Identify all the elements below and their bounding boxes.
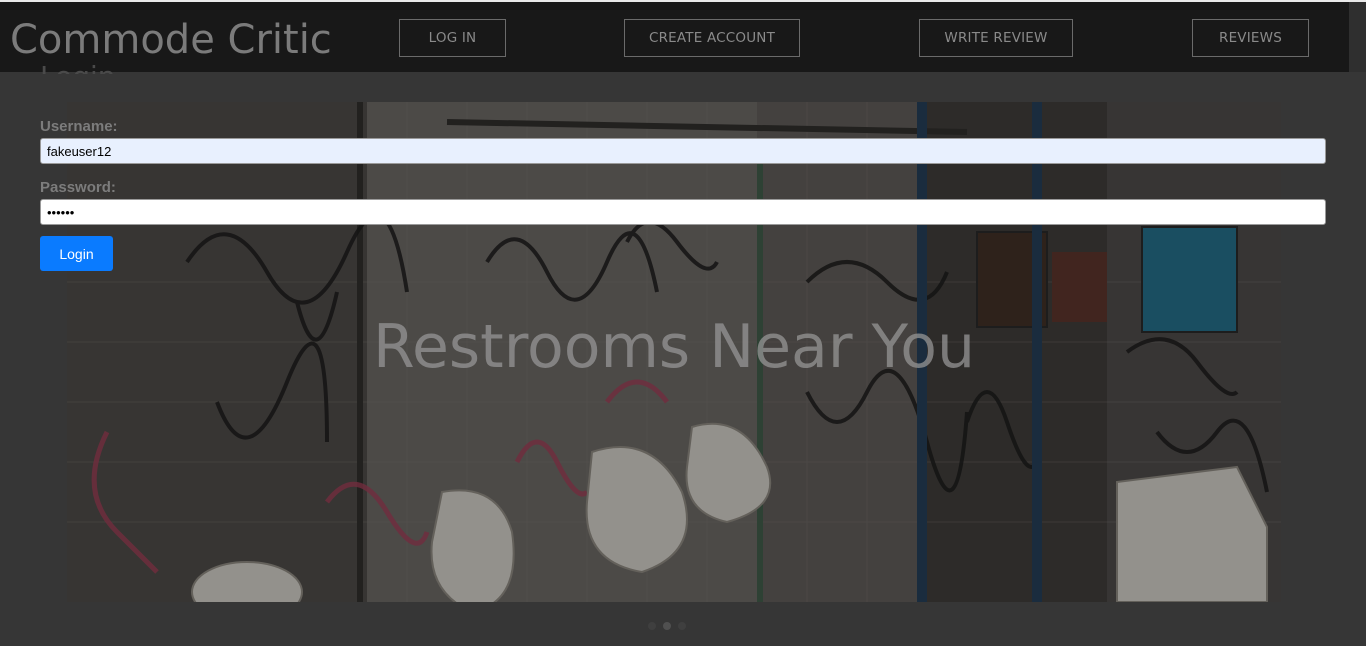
nav-login-button[interactable]: LOG IN: [399, 19, 506, 57]
password-input[interactable]: [40, 199, 1326, 225]
nav-create-account-button[interactable]: CREATE ACCOUNT: [624, 19, 800, 57]
username-input[interactable]: [40, 138, 1326, 164]
login-submit-button[interactable]: Login: [40, 236, 113, 271]
scrollbar-track[interactable]: [1349, 2, 1366, 72]
carousel-indicators: [648, 622, 686, 630]
top-navbar: Login Commode Critic LOG IN CREATE ACCOU…: [0, 2, 1349, 74]
carousel-dot-active[interactable]: [663, 622, 671, 630]
hero-carousel[interactable]: Restrooms Near You: [67, 102, 1281, 602]
carousel-dot[interactable]: [678, 622, 686, 630]
hero-caption: Restrooms Near You: [373, 312, 975, 382]
brand-logo-text[interactable]: Commode Critic: [10, 16, 332, 64]
nav-write-review-button[interactable]: WRITE REVIEW: [919, 19, 1073, 57]
username-label: Username:: [40, 118, 118, 135]
carousel-dot[interactable]: [648, 622, 656, 630]
nav-reviews-button[interactable]: REVIEWS: [1192, 19, 1309, 57]
password-label: Password:: [40, 179, 116, 196]
page: Restrooms Near You Login Commode Critic …: [0, 0, 1366, 646]
